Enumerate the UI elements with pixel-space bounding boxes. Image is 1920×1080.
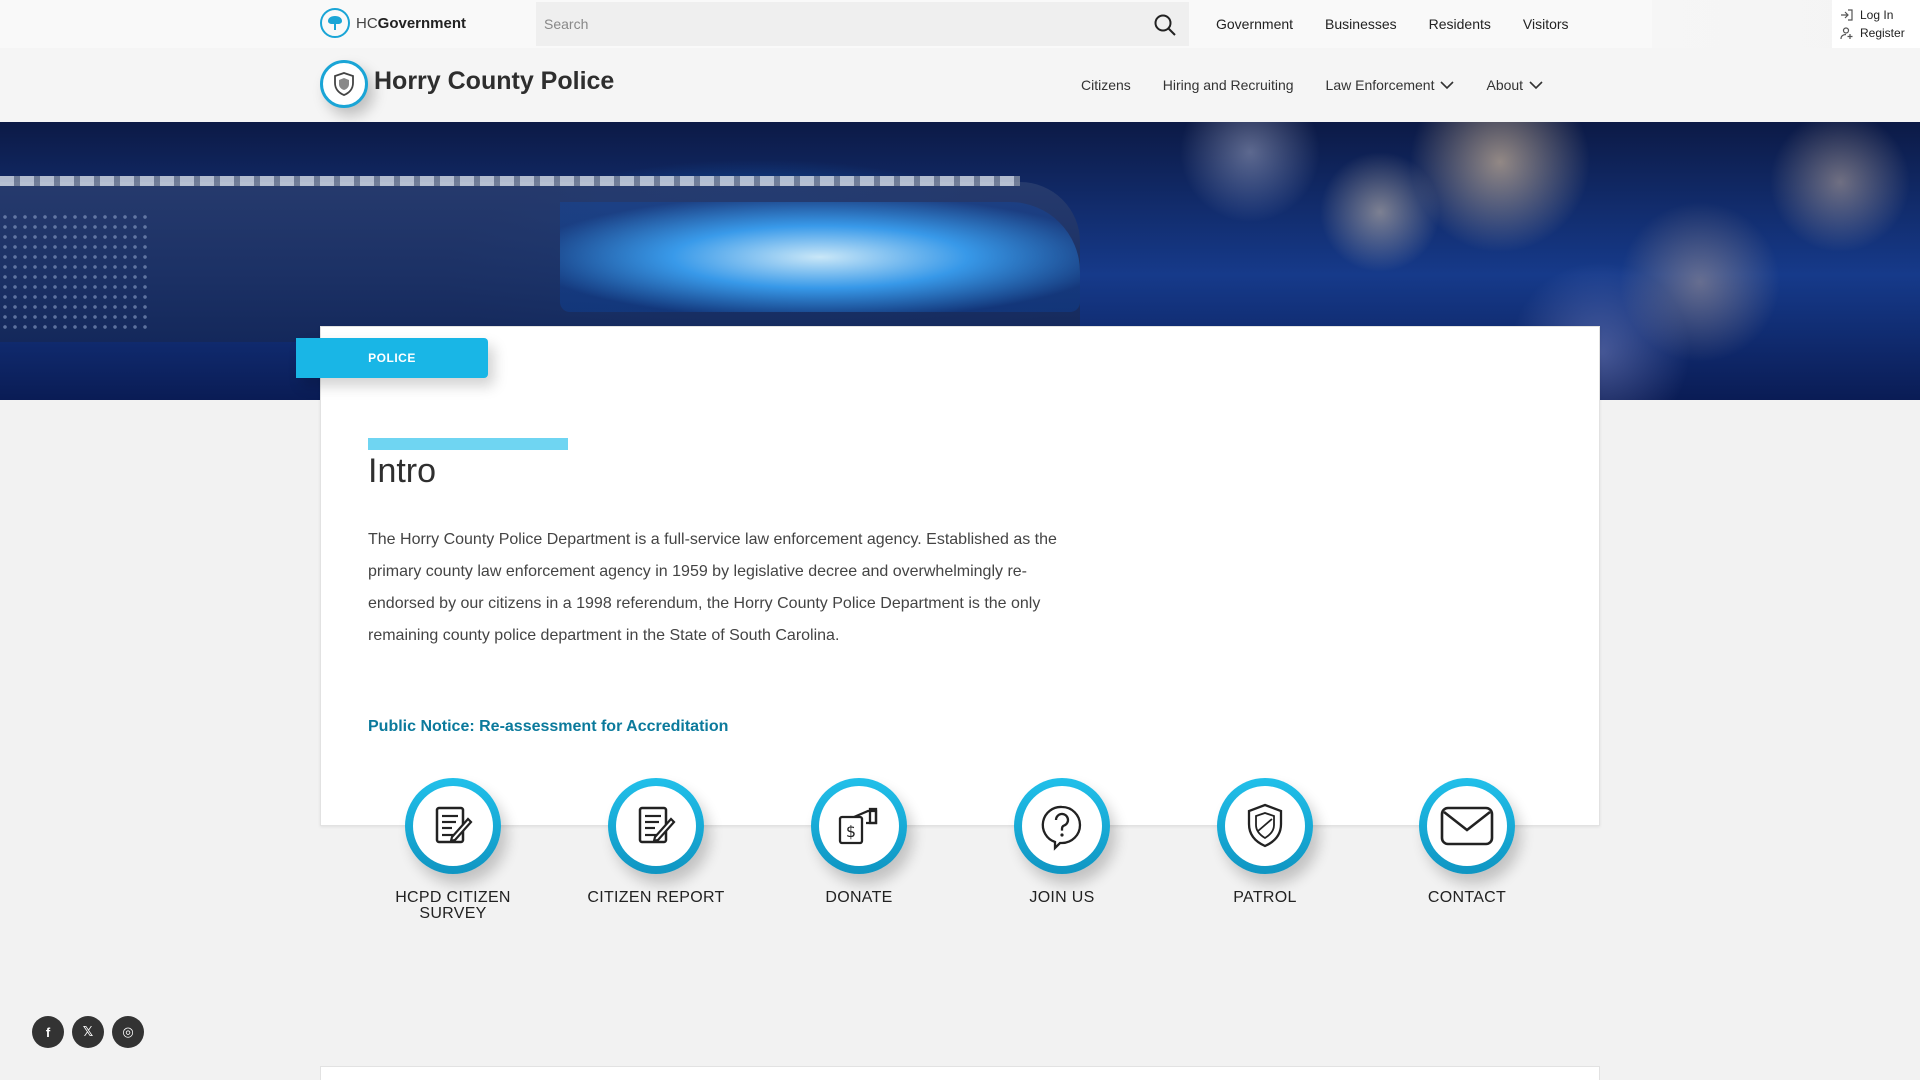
quick-link-circle: [608, 778, 704, 874]
quick-link-circle: [1014, 778, 1110, 874]
nav-hiring[interactable]: Hiring and Recruiting: [1163, 77, 1294, 93]
hero-grille: [0, 212, 150, 332]
nav-hiring-label: Hiring and Recruiting: [1162, 77, 1294, 93]
brand-prefix: HC: [356, 14, 378, 32]
quick-link-label: CONTACT: [1427, 889, 1507, 906]
shield-icon: [1225, 786, 1305, 866]
quick-link-label: DONATE: [825, 889, 893, 906]
chevron-down-icon: [1529, 81, 1543, 90]
login-label: Log In: [1860, 8, 1894, 22]
quick-link-donate[interactable]: $ DONATE: [759, 778, 959, 906]
page-title[interactable]: Horry County Police: [374, 67, 614, 96]
x-twitter-icon[interactable]: 𝕏: [72, 1016, 104, 1048]
quick-link-patrol[interactable]: PATROL: [1165, 778, 1365, 906]
search-container: [536, 2, 1189, 46]
nav-about[interactable]: About: [1486, 77, 1543, 93]
title-accent-bar: [368, 438, 568, 450]
nav-law-enforcement-label: Law Enforcement: [1325, 77, 1435, 93]
section-tag[interactable]: POLICE: [296, 338, 488, 378]
quick-link-label-line2: SURVEY: [419, 905, 487, 922]
brand-name: Government: [377, 14, 467, 32]
main-nav: Citizens Hiring and Recruiting Law Enfor…: [1081, 48, 1543, 122]
facebook-icon[interactable]: f: [32, 1016, 64, 1048]
top-nav-businesses[interactable]: Businesses: [1325, 16, 1397, 32]
survey-icon: [413, 786, 493, 866]
nav-citizens[interactable]: Citizens: [1081, 77, 1131, 93]
quick-link-circle: [405, 778, 501, 874]
nav-citizens-label: Citizens: [1081, 77, 1131, 93]
quick-link-join-us[interactable]: JOIN US: [962, 778, 1162, 906]
donate-icon: $: [819, 786, 899, 866]
chevron-down-icon: [1440, 81, 1455, 90]
top-nav: Government Businesses Residents Visitors: [1216, 0, 1569, 48]
brand-text: HCGovernment: [356, 15, 466, 32]
quick-link-circle: [1217, 778, 1313, 874]
top-nav-residents[interactable]: Residents: [1429, 16, 1491, 32]
department-header: Horry County Police Citizens Hiring and …: [0, 48, 1920, 122]
utility-bar: HCGovernment Government Businesses Resid…: [0, 0, 1920, 48]
nav-about-label: About: [1486, 77, 1524, 93]
quick-link-survey[interactable]: HCPD CITIZEN SURVEY: [353, 778, 553, 922]
register-label: Register: [1860, 26, 1905, 40]
intro-paragraph: The Horry County Police Department is a …: [368, 531, 1057, 644]
hero-lightbar-rim: [0, 176, 1020, 186]
quick-link-label: CITIZEN REPORT: [587, 889, 725, 906]
quick-link-label: JOIN US: [1029, 889, 1095, 906]
quick-link-label: PATROL: [1233, 889, 1297, 906]
instagram-icon[interactable]: ◎: [112, 1016, 144, 1048]
public-notice-link[interactable]: Public Notice: Re-assessment for Accredi…: [368, 718, 728, 736]
hc-government-logo[interactable]: HCGovernment: [320, 8, 466, 38]
account-links: Log In Register: [1832, 0, 1920, 48]
intro-heading: Intro: [368, 452, 437, 490]
hero-blue-light: [560, 202, 1080, 312]
quick-link-circle: $: [811, 778, 907, 874]
quick-link-circle: [1419, 778, 1515, 874]
quick-link-contact[interactable]: CONTACT: [1367, 778, 1567, 906]
police-badge-icon[interactable]: [320, 60, 368, 108]
top-nav-government[interactable]: Government: [1216, 16, 1293, 32]
quick-link-label: HCPD CITIZEN SURVEY: [353, 890, 553, 922]
login-icon: [1841, 9, 1853, 21]
question-icon: [1022, 786, 1102, 866]
tree-icon: [320, 8, 350, 38]
social-links: f 𝕏 ◎: [32, 1016, 144, 1048]
envelope-icon: [1427, 786, 1507, 866]
nav-law-enforcement[interactable]: Law Enforcement: [1326, 77, 1455, 93]
add-user-icon: [1840, 27, 1853, 40]
quick-link-label-line1: HCPD CITIZEN: [395, 889, 511, 906]
login-link[interactable]: Log In: [1840, 6, 1920, 24]
search-icon[interactable]: [1153, 13, 1177, 37]
next-section-card: [320, 1066, 1600, 1080]
report-icon: [616, 786, 696, 866]
top-nav-visitors[interactable]: Visitors: [1523, 16, 1569, 32]
register-link[interactable]: Register: [1840, 24, 1920, 42]
quick-link-citizen-report[interactable]: CITIZEN REPORT: [556, 778, 756, 906]
svg-text:$: $: [846, 822, 856, 841]
search-input[interactable]: [536, 2, 1189, 46]
